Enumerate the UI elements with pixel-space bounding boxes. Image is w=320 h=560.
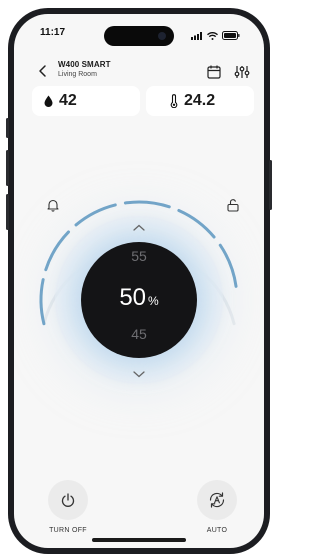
home-indicator [92, 538, 186, 542]
chevron-down-icon [133, 371, 145, 378]
previous-step-value: 45 [131, 326, 147, 342]
power-side-button [269, 160, 272, 210]
setpoint-value: 50 [119, 284, 147, 311]
auto-label: AUTO [206, 527, 228, 534]
chevron-up-icon [133, 224, 145, 231]
current-setpoint: 50% [14, 284, 264, 312]
setpoint-unit: % [148, 294, 159, 308]
decrease-button[interactable] [131, 366, 147, 378]
power-button[interactable] [48, 480, 88, 520]
auto-mode-icon [209, 492, 225, 508]
dial-track-segment [123, 200, 171, 209]
auto-button[interactable] [197, 480, 237, 520]
volume-up-button [6, 150, 9, 186]
next-step-value: 55 [131, 248, 147, 264]
volume-down-button [6, 194, 9, 230]
power-label: TURN OFF [49, 527, 87, 534]
power-icon [61, 493, 75, 507]
increase-button[interactable] [131, 220, 147, 231]
action-button [6, 118, 9, 138]
app-screen: 11:17 W400 SMART Living Room 42 24.2 55 … [14, 14, 264, 548]
